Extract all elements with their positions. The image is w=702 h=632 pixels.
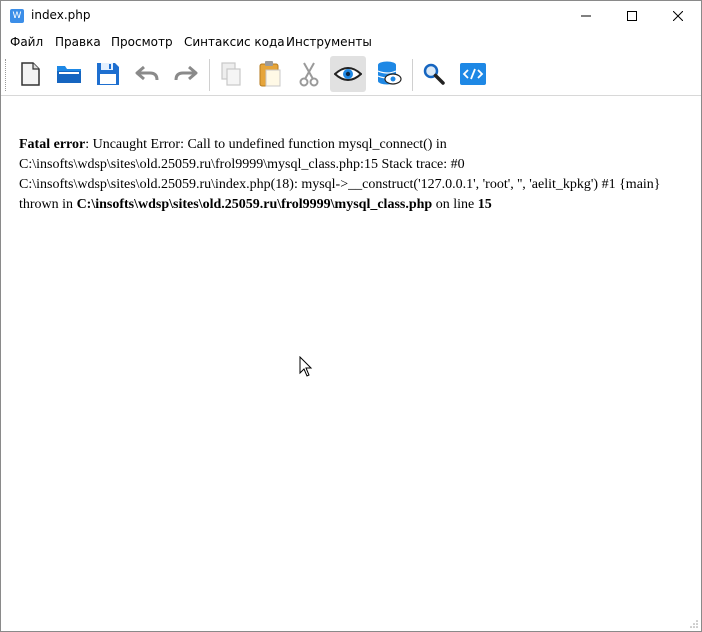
cut-button[interactable] bbox=[291, 56, 327, 92]
toolbar-grip[interactable] bbox=[5, 59, 9, 91]
title-bar[interactable]: W index.php bbox=[1, 1, 701, 31]
error-file: C:\insofts\wdsp\sites\old.25059.ru\frol9… bbox=[76, 197, 433, 212]
menu-edit[interactable]: Правка bbox=[55, 35, 101, 49]
search-icon bbox=[423, 63, 445, 85]
close-icon bbox=[673, 11, 683, 21]
search-button[interactable] bbox=[416, 56, 452, 92]
cut-icon bbox=[299, 62, 319, 87]
maximize-button[interactable] bbox=[609, 1, 655, 31]
maximize-icon bbox=[627, 11, 637, 21]
menu-syntax[interactable]: Синтаксис кода bbox=[184, 35, 285, 49]
database-view-button[interactable] bbox=[371, 56, 407, 92]
error-on-line: on line bbox=[432, 197, 478, 212]
minimize-button[interactable] bbox=[563, 1, 609, 31]
redo-button[interactable] bbox=[168, 56, 204, 92]
window-title: index.php bbox=[31, 8, 91, 22]
menu-file[interactable]: Файл bbox=[10, 35, 43, 49]
toolbar bbox=[1, 53, 701, 96]
paste-button[interactable] bbox=[252, 56, 288, 92]
preview-content: Fatal error: Uncaught Error: Call to und… bbox=[19, 135, 689, 215]
app-icon: W bbox=[10, 9, 24, 23]
toolbar-separator bbox=[209, 59, 210, 91]
code-view-button[interactable] bbox=[455, 56, 491, 92]
close-button[interactable] bbox=[655, 1, 701, 31]
undo-icon bbox=[135, 65, 159, 81]
save-icon bbox=[97, 63, 119, 85]
new-file-icon bbox=[21, 62, 40, 86]
error-line-number: 15 bbox=[477, 197, 492, 212]
redo-icon bbox=[174, 65, 198, 81]
minimize-icon bbox=[581, 15, 591, 17]
error-label: Fatal error bbox=[19, 137, 86, 152]
code-view-icon bbox=[460, 63, 486, 85]
copy-icon bbox=[221, 62, 241, 86]
app-window: W index.php Файл Правка Просмотр Синтакс… bbox=[0, 0, 702, 632]
paste-icon bbox=[259, 61, 281, 87]
menu-tools[interactable]: Инструменты bbox=[286, 35, 372, 49]
database-view-icon bbox=[377, 61, 402, 85]
save-button[interactable] bbox=[90, 56, 126, 92]
mouse-cursor-icon bbox=[299, 356, 313, 377]
preview-eye-icon bbox=[334, 67, 362, 81]
toolbar-separator bbox=[412, 59, 413, 91]
open-button[interactable] bbox=[51, 56, 87, 92]
undo-button[interactable] bbox=[129, 56, 165, 92]
resize-grip-icon[interactable] bbox=[689, 619, 699, 629]
preview-button[interactable] bbox=[330, 56, 366, 92]
menu-bar: Файл Правка Просмотр Синтаксис кода Инст… bbox=[1, 32, 701, 52]
new-file-button[interactable] bbox=[12, 56, 48, 92]
open-folder-icon bbox=[57, 66, 81, 83]
copy-button[interactable] bbox=[213, 56, 249, 92]
menu-view[interactable]: Просмотр bbox=[111, 35, 173, 49]
